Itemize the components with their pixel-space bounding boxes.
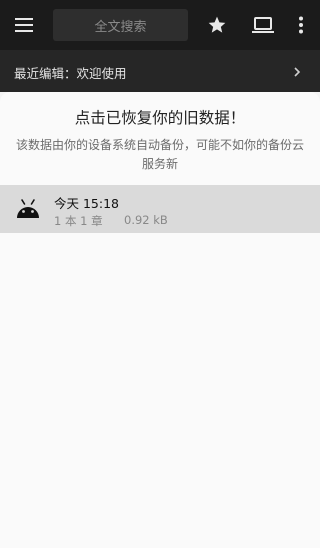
more-vertical-icon[interactable] — [289, 13, 313, 37]
top-app-bar: 全文搜索 — [0, 0, 320, 50]
sheet-description: 该数据由你的设备系统自动备份，可能不如你的备份云服务新 — [15, 138, 304, 171]
backup-count: 1 本 1 章 — [54, 214, 103, 228]
restore-bottom-sheet: 点击已恢复你的旧数据！ 该数据由你的设备系统自动备份，可能不如你的备份云服务新 … — [0, 92, 320, 548]
search-placeholder: 全文搜索 — [94, 19, 147, 35]
chevron-right-icon — [292, 64, 302, 78]
laptop-icon[interactable] — [251, 13, 275, 37]
recent-edit-label: 最近编辑：欢迎使用 — [14, 66, 127, 81]
search-input[interactable]: 全文搜索 — [53, 9, 188, 41]
backup-list-item[interactable]: 今天 15:18 1 本 1 章 0.92 kB — [0, 185, 320, 233]
hamburger-menu-icon[interactable] — [12, 13, 36, 37]
android-icon — [16, 198, 40, 220]
star-icon[interactable] — [205, 13, 229, 37]
recent-edit-row[interactable]: 最近编辑：欢迎使用 — [0, 50, 320, 92]
sheet-title: 点击已恢复你的旧数据！ — [74, 109, 246, 127]
backup-date: 今天 15:18 — [54, 196, 119, 211]
backup-size: 0.92 kB — [124, 213, 168, 227]
